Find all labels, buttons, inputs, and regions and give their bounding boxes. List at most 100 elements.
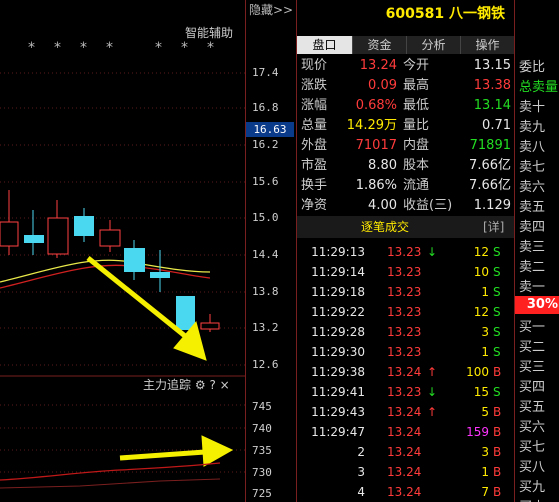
trade-volume: 159 bbox=[466, 425, 489, 439]
indicator-label: 主力追踪 bbox=[143, 378, 192, 392]
quote-value: 71891 bbox=[469, 138, 511, 153]
ai-assist-label[interactable]: 智能辅助 bbox=[185, 24, 233, 41]
trade-side: B bbox=[493, 485, 502, 499]
stock-title: 600581 八一钢铁 bbox=[297, 0, 515, 30]
quote-value: 71017 bbox=[355, 138, 397, 153]
trade-row: 11:29:22 13.23 12 S bbox=[297, 302, 515, 322]
trade-side: S bbox=[493, 325, 501, 339]
trade-time: 11:29:28 bbox=[311, 325, 365, 339]
trade-arrow-icon: ↑ bbox=[427, 405, 438, 419]
trade-side: B bbox=[493, 465, 502, 479]
quote-label: 流通 bbox=[403, 178, 430, 193]
quote-label: 涨幅 bbox=[301, 98, 328, 113]
tab-pankou[interactable]: 盘口 bbox=[297, 36, 353, 54]
quote-row: 涨跌 0.09 最高 13.38 bbox=[297, 76, 515, 96]
svg-text:*: * bbox=[207, 40, 214, 56]
trade-row: 11:29:43 13.24 ↑ 5 B bbox=[297, 402, 515, 422]
quote-value: 13.24 bbox=[359, 58, 397, 73]
price-tick: 16.8 bbox=[252, 101, 279, 114]
trade-row: 2 13.24 3 B bbox=[297, 442, 515, 462]
trade-price: 13.23 bbox=[387, 325, 422, 339]
quote-value: 4.00 bbox=[368, 198, 397, 213]
volume-tick: 725 bbox=[252, 487, 272, 500]
quote-value: 7.66亿 bbox=[469, 158, 511, 173]
trade-arrow-icon: ↑ bbox=[427, 365, 438, 379]
trade-volume: 12 bbox=[473, 245, 489, 259]
trade-volume: 3 bbox=[481, 445, 489, 459]
svg-text:*: * bbox=[28, 40, 35, 56]
trade-volume: 1 bbox=[481, 285, 489, 299]
trade-time: 11:29:30 bbox=[311, 345, 365, 359]
close-icon[interactable]: × bbox=[220, 378, 230, 392]
chart-svg: * * * * * * * bbox=[0, 40, 245, 489]
price-axis: 17.4 16.8 16.2 15.6 15.0 14.4 13.8 13.2 … bbox=[245, 0, 295, 502]
orderbook-level-label: 卖四 bbox=[519, 220, 546, 235]
orderbook-sidebar: 委比 总卖量 卖十 卖九 卖八 卖七 卖六 卖五 卖四 卖三 卖二 卖一 30% 买一 买二 买三 买四 买五 买六… bbox=[514, 0, 559, 502]
trade-volume: 5 bbox=[481, 405, 489, 419]
quote-label: 最高 bbox=[403, 78, 430, 93]
quote-row: 外盘 71017 内盘 71891 bbox=[297, 136, 515, 156]
trade-price: 13.23 bbox=[387, 245, 422, 259]
trade-side: B bbox=[493, 405, 502, 419]
trade-row: 11:29:41 13.23 ↓ 15 S bbox=[297, 382, 515, 402]
quote-value: 0.71 bbox=[482, 118, 511, 133]
indicator-bar: 主力追踪 ⚙ ? × bbox=[143, 376, 230, 393]
quote-label: 量比 bbox=[403, 118, 430, 133]
quote-table: 现价 13.24 今开 13.15 涨跌 0.09 最高 13.38 涨幅 0.68… bbox=[297, 56, 515, 216]
trade-price: 13.24 bbox=[387, 465, 422, 479]
trade-price: 13.24 bbox=[387, 405, 422, 419]
orderbook-level-label: 卖七 bbox=[519, 160, 546, 175]
tab-funds[interactable]: 资金 bbox=[353, 36, 407, 54]
trade-arrow-icon: ↓ bbox=[427, 245, 438, 259]
trade-time: 11:29:13 bbox=[311, 245, 365, 259]
trade-time: 11:29:41 bbox=[311, 385, 365, 399]
orderbook-level-label: 总卖量 bbox=[519, 80, 559, 95]
quote-label: 股本 bbox=[403, 158, 430, 173]
trade-time: 2 bbox=[357, 445, 365, 459]
trade-side: S bbox=[493, 345, 501, 359]
trade-arrow-icon: ↓ bbox=[427, 385, 438, 399]
orderbook-level-label: 买九 bbox=[519, 480, 546, 495]
stock-name: 八一钢铁 bbox=[449, 6, 505, 22]
help-icon[interactable]: ? bbox=[209, 378, 215, 392]
trade-side: S bbox=[493, 305, 501, 319]
quote-value: 13.14 bbox=[473, 98, 511, 113]
orderbook-level-label: 买四 bbox=[519, 380, 546, 395]
orderbook-level-label: 买十 bbox=[519, 496, 545, 502]
volume-tick: 735 bbox=[252, 444, 272, 457]
trade-price: 13.24 bbox=[387, 365, 422, 379]
trade-price: 13.24 bbox=[387, 445, 422, 459]
price-tick: 13.2 bbox=[252, 321, 279, 334]
price-tick: 13.8 bbox=[252, 285, 279, 298]
volume-tick: 730 bbox=[252, 466, 272, 479]
quote-label: 市盈 bbox=[301, 158, 328, 173]
trades-list[interactable]: 11:29:13 13.23 ↓ 12 S 11:29:14 13.23 10 S… bbox=[297, 242, 515, 502]
trades-header: 逐笔成交 [详] bbox=[297, 216, 515, 238]
tab-operate[interactable]: 操作 bbox=[461, 36, 515, 54]
orderbook-level-label: 买七 bbox=[519, 440, 546, 455]
trade-price: 13.24 bbox=[387, 425, 422, 439]
price-tick: 16.2 bbox=[252, 138, 279, 151]
orderbook-level-label: 买八 bbox=[519, 460, 546, 475]
trade-row: 4 13.24 7 B bbox=[297, 482, 515, 502]
quote-row: 净资 4.00 收益(三) 1.129 bbox=[297, 196, 515, 216]
trades-detail-link[interactable]: [详] bbox=[483, 216, 504, 238]
trades-title: 逐笔成交 bbox=[361, 220, 410, 234]
ratio-badge: 30% bbox=[515, 296, 559, 314]
trade-side: B bbox=[493, 425, 502, 439]
trade-time: 11:29:22 bbox=[311, 305, 365, 319]
quote-value: 0.68% bbox=[355, 98, 397, 113]
quote-label: 今开 bbox=[403, 58, 430, 73]
stock-code: 600581 bbox=[385, 6, 445, 22]
price-tick: 12.6 bbox=[252, 358, 279, 371]
candlestick-chart[interactable]: * * * * * * * 智能辅助 主力追踪 ⚙ ? × bbox=[0, 0, 245, 502]
trade-price: 13.23 bbox=[387, 265, 422, 279]
hide-button[interactable]: 隐藏>> bbox=[249, 0, 295, 20]
quote-label: 净资 bbox=[301, 198, 328, 213]
trade-price: 13.23 bbox=[387, 305, 422, 319]
quote-label: 总量 bbox=[301, 118, 328, 133]
gear-icon[interactable]: ⚙ bbox=[195, 378, 206, 392]
quote-row: 换手 1.86% 流通 7.66亿 bbox=[297, 176, 515, 196]
orderbook-level-label: 买三 bbox=[519, 360, 546, 375]
tab-analysis[interactable]: 分析 bbox=[407, 36, 461, 54]
